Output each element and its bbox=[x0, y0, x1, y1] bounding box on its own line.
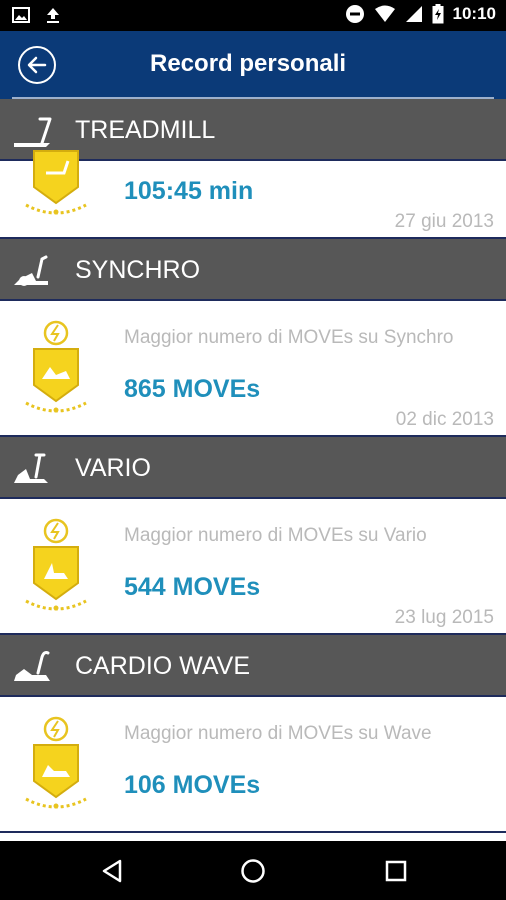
record-date: 02 dic 2013 bbox=[395, 409, 494, 430]
section-title: VARIO bbox=[75, 454, 151, 482]
wifi-icon bbox=[374, 5, 395, 22]
record-description: Maggior numero di MOVEs su Synchro bbox=[124, 327, 454, 348]
trophy-badge-icon bbox=[25, 518, 87, 611]
record-description: Maggior numero di MOVEs su Wave bbox=[124, 723, 432, 744]
signal-icon bbox=[405, 6, 422, 22]
status-bar: 10:10 bbox=[0, 0, 506, 31]
record-card-vario[interactable]: Maggior numero di MOVEs su Vario 544 MOV… bbox=[0, 499, 506, 635]
section-header-vario: VARIO bbox=[0, 437, 506, 499]
nav-home-button[interactable] bbox=[238, 856, 268, 886]
nav-back-button[interactable] bbox=[97, 856, 127, 886]
section-header-cardio-wave: CARDIO WAVE bbox=[0, 635, 506, 697]
nav-recents-button[interactable] bbox=[381, 856, 411, 886]
section-title: TREADMILL bbox=[75, 116, 216, 144]
section-title: CARDIO WAVE bbox=[75, 652, 251, 680]
navigation-bar bbox=[0, 841, 506, 900]
trophy-badge-icon bbox=[25, 716, 87, 809]
record-description: Maggior numero di MOVEs su Vario bbox=[124, 525, 427, 546]
record-card-synchro[interactable]: Maggior numero di MOVEs su Synchro 865 M… bbox=[0, 301, 506, 437]
image-icon bbox=[12, 7, 30, 23]
record-value: 106 MOVEs bbox=[124, 771, 261, 799]
battery-icon bbox=[432, 4, 444, 24]
nav-back-icon bbox=[102, 859, 122, 883]
trophy-badge-icon bbox=[25, 150, 87, 215]
record-card-treadmill[interactable]: 105:45 min 27 giu 2013 bbox=[0, 150, 506, 239]
upload-icon bbox=[47, 8, 59, 23]
app-bar: Record personali bbox=[0, 31, 506, 99]
record-value: 544 MOVEs bbox=[124, 573, 261, 601]
do-not-disturb-icon bbox=[345, 5, 364, 23]
section-header-synchro: SYNCHRO bbox=[0, 239, 506, 301]
record-card-cardio-wave[interactable]: Maggior numero di MOVEs su Wave 106 MOVE… bbox=[0, 697, 506, 833]
clock: 10:10 bbox=[452, 4, 496, 23]
record-date: 23 lug 2015 bbox=[394, 607, 494, 628]
nav-home-icon bbox=[241, 859, 265, 883]
record-value: 105:45 min bbox=[124, 177, 254, 205]
synchro-icon bbox=[14, 255, 48, 286]
record-date: 27 giu 2013 bbox=[394, 211, 494, 232]
records-list[interactable]: TREADMILL 105:45 min 27 giu 2013 SYNCHRO bbox=[0, 99, 506, 841]
vario-icon bbox=[14, 453, 48, 483]
section-title: SYNCHRO bbox=[75, 256, 201, 284]
nav-recents-icon bbox=[385, 860, 407, 882]
back-button[interactable] bbox=[18, 46, 56, 84]
record-value: 865 MOVEs bbox=[124, 375, 261, 403]
back-arrow-icon bbox=[27, 56, 47, 74]
cardio-wave-icon bbox=[14, 651, 50, 681]
page-title: Record personali bbox=[150, 50, 347, 77]
trophy-badge-icon bbox=[25, 320, 87, 413]
